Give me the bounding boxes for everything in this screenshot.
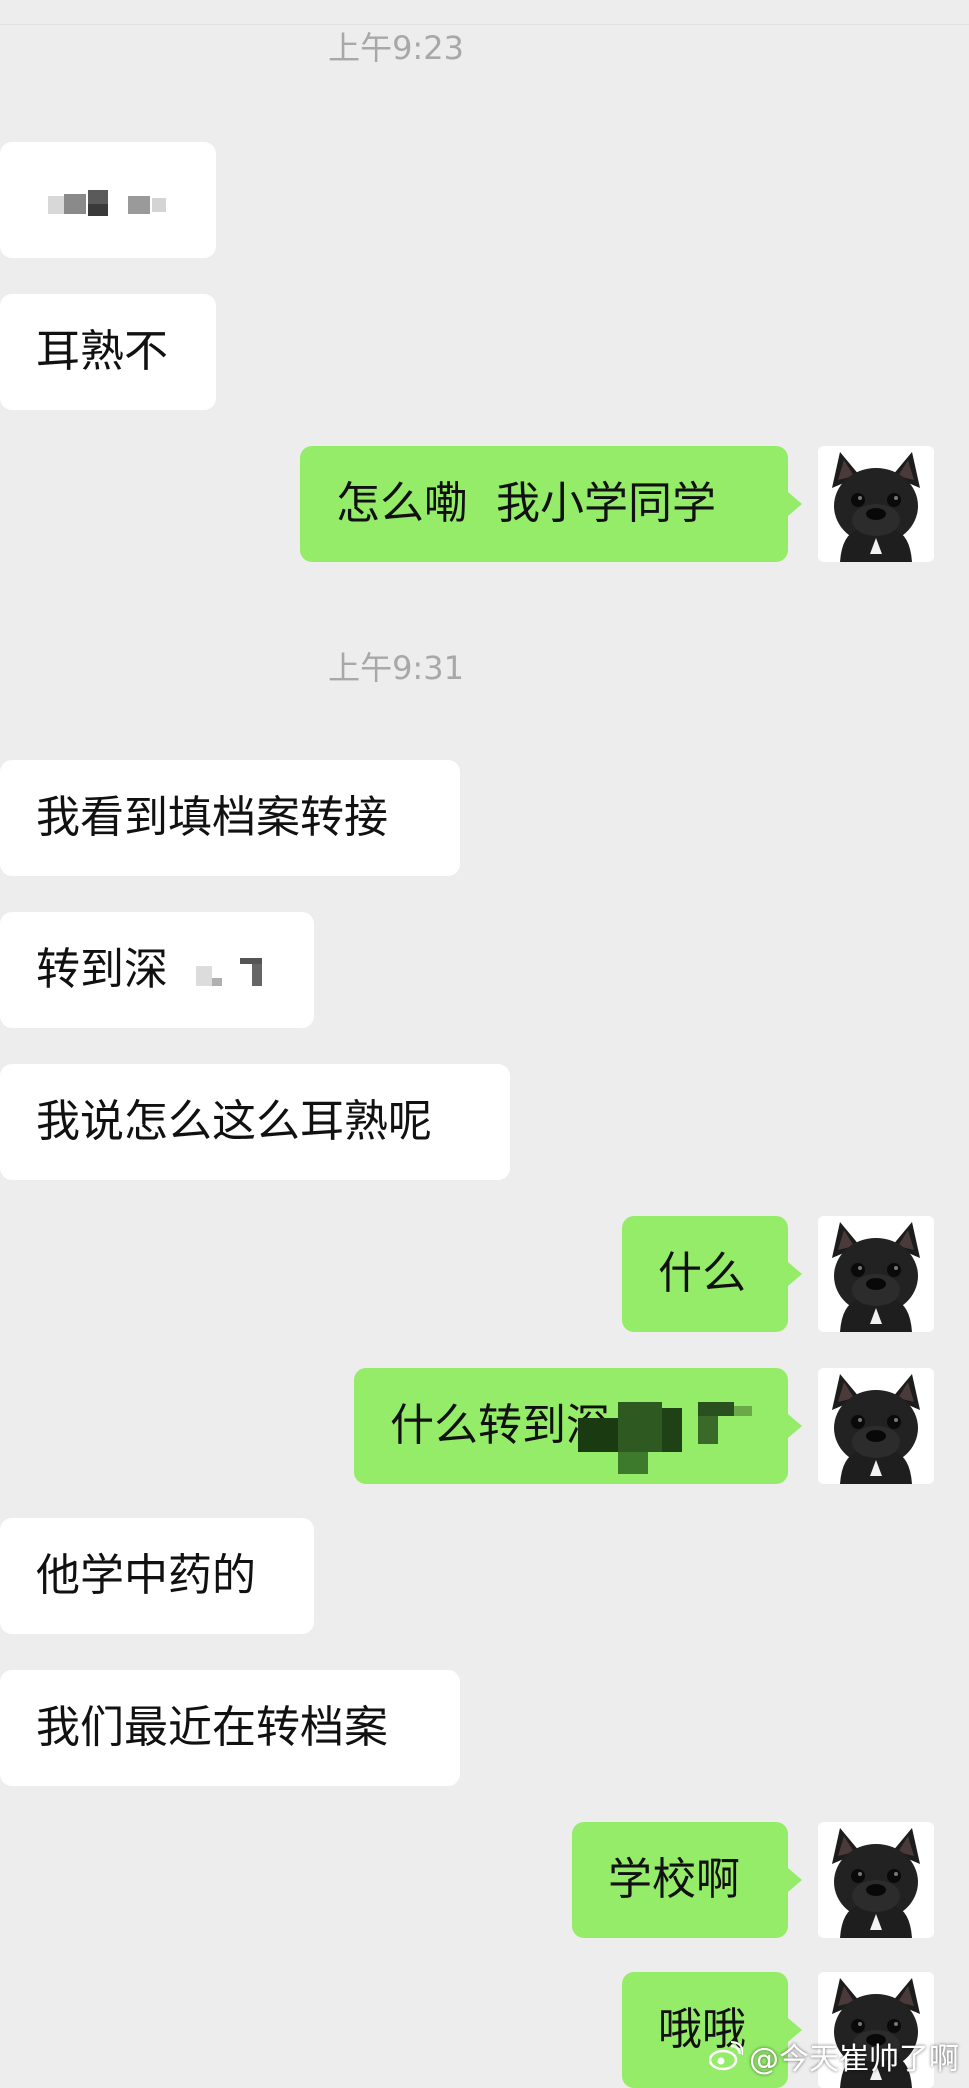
message-text: 我们最近在转档案 — [36, 1702, 388, 1753]
message-text: 怎么嘞 我小学同学 — [336, 478, 716, 529]
message-text: 转到深 — [36, 944, 168, 995]
message-bubble-incoming[interactable]: 耳熟不 — [0, 294, 216, 410]
message-bubble-incoming[interactable]: 我们最近在转档案 — [0, 1670, 460, 1786]
message-bubble-incoming[interactable] — [0, 142, 216, 258]
french-bulldog-avatar-icon — [818, 1822, 934, 1938]
message-text: 他学中药的 — [36, 1550, 256, 1601]
message-bubble-outgoing[interactable]: 怎么嘞 我小学同学 — [300, 446, 802, 562]
avatar[interactable] — [818, 1822, 934, 1938]
top-divider — [0, 24, 969, 25]
message-bubble-incoming[interactable]: 我看到填档案转接 — [0, 760, 460, 876]
message-bubble-outgoing[interactable]: 学校啊 — [572, 1822, 802, 1938]
redacted-mosaic — [48, 190, 166, 216]
french-bulldog-avatar-icon — [818, 446, 934, 562]
message-text: 耳熟不 — [36, 326, 168, 377]
message-text: 什么 — [658, 1248, 746, 1299]
avatar[interactable] — [818, 1216, 934, 1332]
weibo-icon — [709, 2041, 743, 2071]
message-bubble-outgoing[interactable]: 什么 — [622, 1216, 802, 1332]
message-bubble-incoming[interactable]: 转到深 — [0, 912, 314, 1028]
french-bulldog-avatar-icon — [818, 1368, 934, 1484]
redacted-mosaic — [578, 1402, 752, 1474]
message-bubble-incoming[interactable]: 我说怎么这么耳熟呢 — [0, 1064, 510, 1180]
message-text: 学校啊 — [608, 1854, 740, 1905]
timestamp: 上午9:23 — [328, 29, 464, 67]
avatar[interactable] — [818, 1368, 934, 1484]
redacted-mosaic — [196, 958, 262, 986]
avatar[interactable] — [818, 446, 934, 562]
message-text: 什么转到深 — [390, 1400, 610, 1451]
message-bubble-outgoing[interactable]: 什么转到深 — [354, 1368, 802, 1484]
timestamp: 上午9:31 — [328, 649, 464, 687]
watermark: @今天崔帅了啊 — [709, 2034, 959, 2078]
message-text: 我看到填档案转接 — [36, 792, 388, 843]
french-bulldog-avatar-icon — [818, 1216, 934, 1332]
message-bubble-incoming[interactable]: 他学中药的 — [0, 1518, 314, 1634]
watermark-text: @今天崔帅了啊 — [749, 2042, 959, 2077]
message-text: 我说怎么这么耳熟呢 — [36, 1096, 432, 1147]
